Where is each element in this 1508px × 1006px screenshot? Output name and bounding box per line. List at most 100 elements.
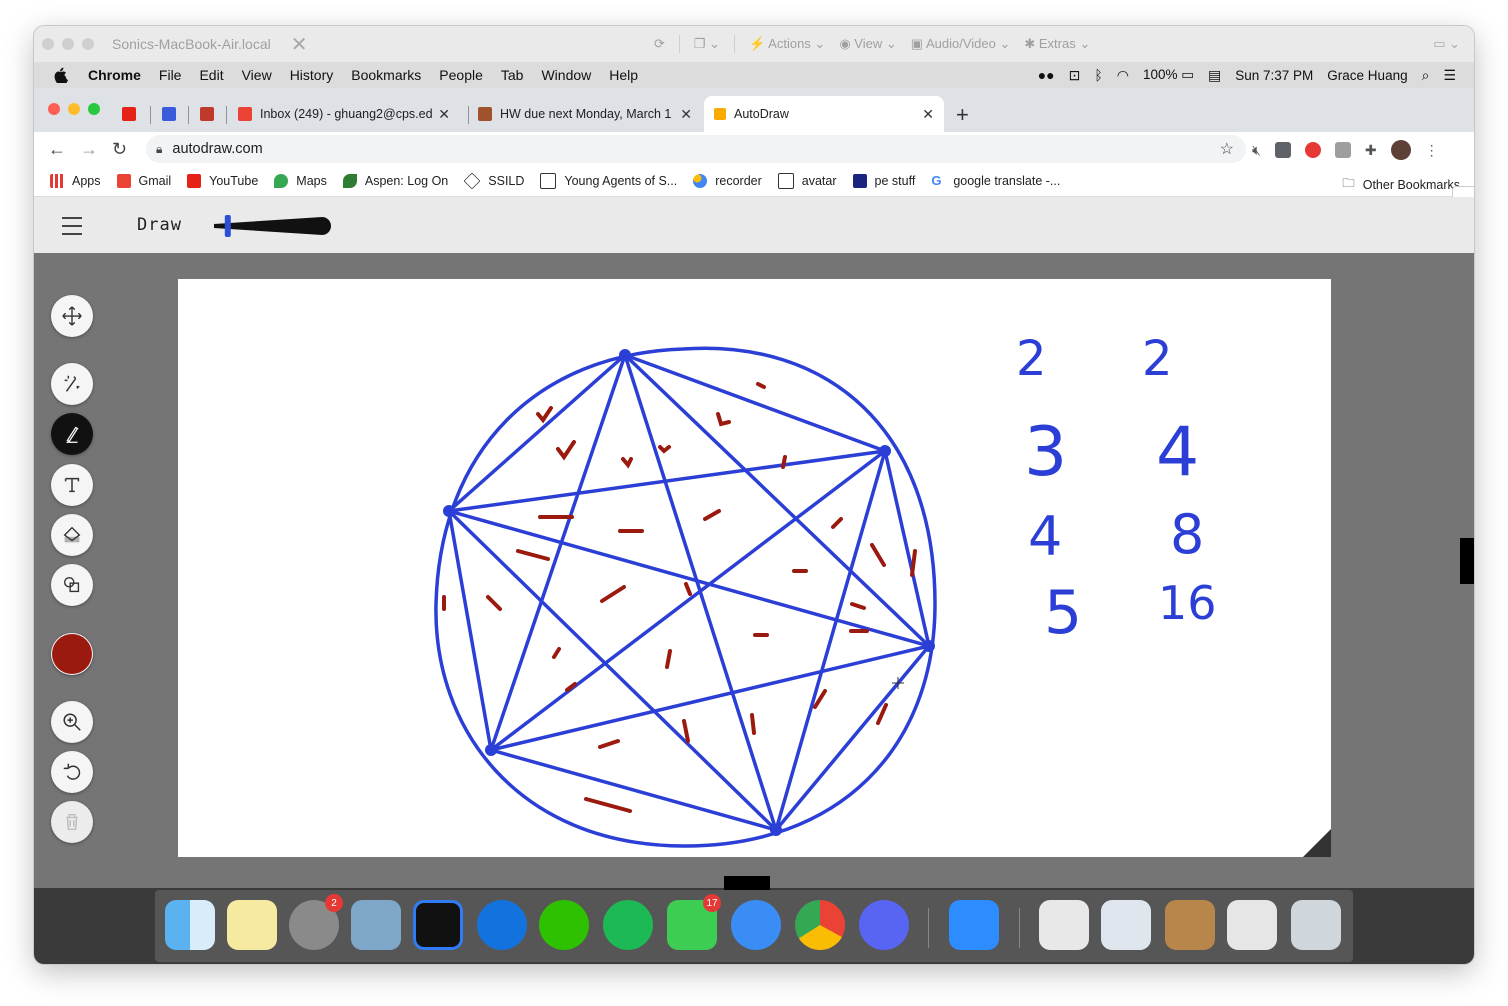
window-close-light[interactable] (42, 38, 54, 50)
bookmark-recorder[interactable]: recorder (693, 174, 762, 188)
back-arrow-icon[interactable]: ← (48, 139, 66, 160)
battery-status[interactable]: 100% ▭ (1143, 67, 1194, 83)
chrome-minimize-light[interactable] (68, 103, 80, 115)
zoom-icon[interactable] (949, 900, 999, 950)
menu-edit[interactable]: Edit (199, 67, 223, 83)
close-tab-icon[interactable]: ✕ (680, 106, 692, 123)
teamviewer-icon[interactable] (477, 900, 527, 950)
tab-hw-due[interactable]: HW due next Monday, March 1 ✕ (468, 96, 702, 132)
trash-icon[interactable] (1291, 900, 1341, 950)
extension-icon[interactable] (1334, 142, 1351, 158)
app-thumbnail-icon[interactable] (1165, 900, 1215, 950)
actions-menu[interactable]: ⚡ Actions ⌄ (749, 36, 825, 52)
chat-window-thumbnail-icon[interactable] (1227, 900, 1277, 950)
other-bookmarks[interactable]: 🗀︎ Other Bookmarks (1342, 174, 1460, 195)
close-session-icon[interactable]: ✕ (291, 32, 308, 57)
draw-tool-button[interactable] (51, 413, 93, 455)
drawing-canvas[interactable]: 2 2 3 4 4 8 5 16 (178, 279, 1331, 857)
menu-view[interactable]: View (242, 67, 272, 83)
chrome-menu-icon[interactable]: ⋮ (1425, 142, 1439, 159)
new-tab-button[interactable]: + (956, 102, 969, 128)
reload-icon[interactable]: ↻ (112, 139, 127, 160)
text-tool-button[interactable] (51, 464, 93, 506)
bookmark-aspen[interactable]: Aspen: Log On (342, 174, 448, 188)
omnibox[interactable]: 🔒︎ autodraw.com ☆ (146, 135, 1246, 163)
blocker-extension-icon[interactable] (1304, 142, 1321, 158)
menu-help[interactable]: Help (609, 67, 638, 83)
menu-history[interactable]: History (290, 67, 334, 83)
menu-tab[interactable]: Tab (501, 67, 524, 83)
tab-gmail-inbox[interactable]: Inbox (249) - ghuang2@cps.ed ✕ (228, 96, 460, 132)
menu-chrome[interactable]: Chrome (88, 67, 141, 83)
clipboard-icon[interactable]: ❐ ⌄ (694, 36, 720, 52)
bookmark-apps[interactable]: Apps (50, 174, 101, 188)
audio-video-menu[interactable]: ▣ Audio/Video ⌄ (911, 36, 1011, 52)
canvas-resize-handle[interactable] (1303, 829, 1331, 857)
profile-avatar[interactable] (1390, 140, 1411, 160)
control-center-icon[interactable]: ☰ (1443, 67, 1456, 84)
brush-size-thumb[interactable] (224, 215, 231, 237)
menu-people[interactable]: People (439, 67, 483, 83)
menu-bookmarks[interactable]: Bookmarks (351, 67, 421, 83)
chrome-icon[interactable] (795, 900, 845, 950)
extension-icon[interactable] (1274, 142, 1291, 158)
bookmark-ssild[interactable]: SSILD (463, 172, 524, 190)
menu-file[interactable]: File (159, 67, 182, 83)
window-layout-icon[interactable]: ▭ ⌄ (1433, 36, 1460, 52)
bookmark-maps[interactable]: Maps (274, 174, 327, 188)
spotify-icon[interactable] (603, 900, 653, 950)
input-source-flag-icon[interactable]: ▤ (1208, 67, 1221, 84)
close-tab-icon[interactable]: ✕ (438, 106, 450, 123)
bookmark-gmail[interactable]: Gmail (116, 174, 171, 188)
delete-button[interactable] (51, 801, 93, 843)
menubar-clock[interactable]: Sun 7:37 PM (1235, 68, 1313, 83)
apple-icon[interactable] (54, 67, 68, 83)
mute-tab-icon[interactable]: 🔇︎ (1252, 142, 1261, 159)
pinned-tab-app[interactable] (152, 96, 188, 132)
tab-autodraw[interactable]: AutoDraw ✕ (704, 96, 944, 132)
spotlight-search-icon[interactable]: ⌕ (1422, 67, 1430, 84)
bookmark-star-icon[interactable]: ☆ (1220, 139, 1234, 159)
system-preferences-icon[interactable]: 2 (289, 894, 343, 950)
url-text[interactable]: autodraw.com (172, 141, 262, 157)
bookmark-youtube[interactable]: YouTube (187, 174, 258, 188)
messages-icon[interactable] (731, 900, 781, 950)
finder-icon[interactable] (165, 900, 215, 950)
extras-menu[interactable]: ✱ Extras ⌄ (1024, 36, 1090, 52)
wifi-icon[interactable]: ◠ (1117, 67, 1129, 84)
wechat-status-icon[interactable]: ●● (1038, 67, 1055, 83)
menu-window[interactable]: Window (541, 67, 591, 83)
brush-size-slider[interactable] (212, 211, 338, 241)
wechat-icon[interactable] (539, 900, 589, 950)
menubar-user[interactable]: Grace Huang (1327, 68, 1407, 83)
teamviewer-status-icon[interactable]: ⊡ (1069, 67, 1081, 84)
bookmark-google-translate[interactable]: Ggoogle translate -... (931, 174, 1060, 189)
bookmark-young-agents[interactable]: Young Agents of S... (540, 173, 677, 189)
move-tool-button[interactable] (51, 295, 93, 337)
horizontal-scroll-handle[interactable] (724, 876, 770, 890)
document-thumbnail-icon[interactable] (1039, 900, 1089, 950)
chrome-close-light[interactable] (48, 103, 60, 115)
bookmark-pe-stuff[interactable]: pe stuff (852, 174, 915, 188)
undo-button[interactable] (51, 751, 93, 793)
autodraw-tool-button[interactable] (51, 363, 93, 405)
window-thumbnail-icon[interactable] (1101, 900, 1151, 950)
vertical-scroll-handle[interactable] (1460, 538, 1474, 584)
preview-icon[interactable] (351, 900, 401, 950)
window-minimize-light[interactable] (62, 38, 74, 50)
bluetooth-icon[interactable]: ᛒ (1094, 67, 1102, 83)
refresh-icon[interactable]: ⟳ (654, 36, 665, 52)
zoom-tool-button[interactable] (51, 701, 93, 743)
facetime-icon[interactable]: 17 (667, 894, 721, 950)
lock-icon[interactable]: 🔒︎ (156, 142, 162, 157)
shape-tool-button[interactable] (51, 564, 93, 606)
pinned-tab-r[interactable] (190, 96, 226, 132)
puzzle-extensions-icon[interactable]: ✚ (1365, 142, 1377, 159)
notes-icon[interactable] (227, 900, 277, 950)
discord-icon[interactable] (859, 900, 909, 950)
color-picker-button[interactable] (51, 633, 93, 675)
drawing-svg[interactable]: 2 2 3 4 4 8 5 16 (178, 279, 1331, 857)
forward-arrow-icon[interactable]: → (80, 139, 98, 160)
remote-app-icon[interactable] (413, 900, 463, 950)
fill-tool-button[interactable] (51, 514, 93, 556)
